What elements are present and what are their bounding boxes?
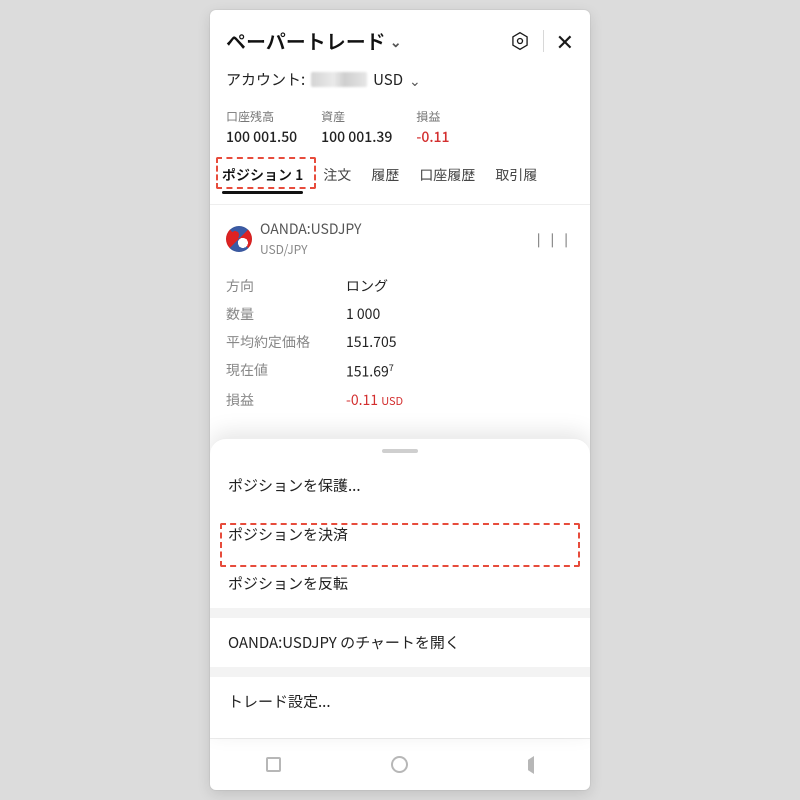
tab-orders[interactable]: 注文 <box>321 163 353 204</box>
field-value: 151.697 <box>346 360 394 382</box>
stat-value: -0.11 <box>416 127 449 147</box>
tab-bar: ポジション 1 注文 履歴 口座履歴 取引履 <box>210 155 590 205</box>
currency-flag-icon <box>226 226 252 252</box>
stat-label: 口座残高 <box>226 108 297 125</box>
account-id-redacted <box>311 72 367 87</box>
field-value: 1 000 <box>346 304 380 324</box>
price-main: 151.69 <box>346 362 389 382</box>
field-label: 数量 <box>226 304 346 324</box>
nav-home-icon[interactable] <box>389 754 411 776</box>
row-current-price: 現在値 151.697 <box>226 356 574 386</box>
tab-account-history[interactable]: 口座履歴 <box>417 163 477 204</box>
stat-pnl: 損益 -0.11 <box>416 108 449 147</box>
system-nav-bar <box>210 738 590 790</box>
tab-history[interactable]: 履歴 <box>369 163 401 204</box>
symbol: OANDA:USDJPY <box>260 219 361 239</box>
account-stats: 口座残高 100 001.50 資産 100 001.39 損益 -0.11 <box>210 94 590 155</box>
title-text: ペーパートレード <box>226 26 386 55</box>
drag-handle-icon[interactable] <box>382 449 418 453</box>
field-value: ロング <box>346 276 388 296</box>
reorder-icon[interactable]: ❘❘❘ <box>533 229 574 249</box>
action-reverse-position[interactable]: ポジションを反転 <box>210 559 590 608</box>
row-side: 方向 ロング <box>226 272 574 300</box>
row-avg-price: 平均約定価格 151.705 <box>226 328 574 356</box>
stat-value: 100 001.39 <box>321 127 392 147</box>
action-trade-settings[interactable]: トレード設定... <box>210 677 590 726</box>
stat-equity: 資産 100 001.39 <box>321 108 392 147</box>
action-close-position[interactable]: ポジションを決済 <box>210 510 590 559</box>
account-label: アカウント: <box>226 69 305 90</box>
row-pnl: 損益 -0.11 USD <box>226 386 574 414</box>
account-currency: USD <box>373 69 403 90</box>
price-fraction: 7 <box>389 360 394 374</box>
app-window: ペーパートレード ⌄ ✕ アカウント: USD ⌄ <box>210 10 590 790</box>
account-selector[interactable]: アカウント: USD ⌄ <box>226 69 574 90</box>
position-card: OANDA:USDJPY USD/JPY ❘❘❘ 方向 ロング 数量 1 000… <box>210 205 590 438</box>
row-qty: 数量 1 000 <box>226 300 574 328</box>
tab-trade-history[interactable]: 取引履 <box>493 163 539 204</box>
field-label: 現在値 <box>226 360 346 382</box>
tab-positions[interactable]: ポジション 1 <box>220 163 305 204</box>
field-value: -0.11 USD <box>346 390 403 410</box>
action-sheet: ポジションを保護... ポジションを決済 ポジションを反転 OANDA:USDJ… <box>210 438 590 738</box>
action-protect-position[interactable]: ポジションを保護... <box>210 461 590 510</box>
nav-recent-icon[interactable] <box>262 754 284 776</box>
sheet-divider <box>210 608 590 618</box>
stat-label: 資産 <box>321 108 392 125</box>
vertical-divider <box>543 30 544 52</box>
pnl-value: -0.11 <box>346 390 378 410</box>
sheet-divider <box>210 667 590 677</box>
chevron-down-icon: ⌄ <box>390 32 402 52</box>
stat-value: 100 001.50 <box>226 127 297 147</box>
pair: USD/JPY <box>260 241 361 258</box>
pnl-unit: USD <box>381 393 403 409</box>
action-open-chart[interactable]: OANDA:USDJPY のチャートを開く <box>210 618 590 667</box>
close-icon[interactable]: ✕ <box>556 30 574 52</box>
position-details: 方向 ロング 数量 1 000 平均約定価格 151.705 現在値 151.6… <box>226 272 574 414</box>
field-value: 151.705 <box>346 332 397 352</box>
field-label: 平均約定価格 <box>226 332 346 352</box>
chevron-down-icon: ⌄ <box>409 71 421 91</box>
settings-icon[interactable] <box>509 30 531 52</box>
field-label: 方向 <box>226 276 346 296</box>
stat-balance: 口座残高 100 001.50 <box>226 108 297 147</box>
header: ペーパートレード ⌄ ✕ アカウント: USD ⌄ <box>210 10 590 94</box>
stat-label: 損益 <box>416 108 449 125</box>
field-label: 損益 <box>226 390 346 410</box>
page-title[interactable]: ペーパートレード ⌄ <box>226 26 497 55</box>
nav-back-icon[interactable] <box>516 754 538 776</box>
